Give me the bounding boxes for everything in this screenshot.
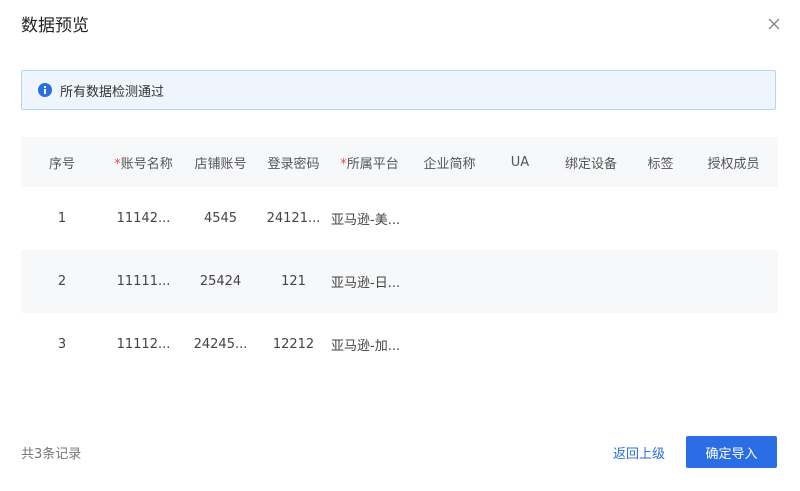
column-header-label: 登录密码 <box>267 156 320 172</box>
column-header-label: 序号 <box>48 156 75 172</box>
table-cell: 121 <box>281 274 306 289</box>
confirm-import-button[interactable]: 确定导入 <box>686 436 777 468</box>
column-header-label: 账号名称 <box>120 156 173 172</box>
column-header-label: 所属平台 <box>346 156 399 172</box>
close-icon[interactable] <box>764 14 784 34</box>
table-body: 1 11142... 4545 24121... 亚马逊-美... 2 11111... 25… <box>21 187 778 376</box>
column-header-label: 绑定设备 <box>564 156 617 172</box>
column-header-label: 授权成员 <box>707 156 760 172</box>
table-cell: 2 <box>57 274 67 289</box>
column-header: 标签 <box>632 153 689 172</box>
table-cell: 3 <box>57 337 67 352</box>
table-cell: 11111... <box>116 274 171 289</box>
record-count: 共3条记录 <box>21 447 82 462</box>
preview-table: 序号 *账号名称 店铺账号 登录密码 *所属平台 企业简称 UA 绑定设备 标签 授权成员 1 11… <box>21 137 778 376</box>
table-cell: 11142... <box>116 211 171 226</box>
table-row: 3 11112... 24245... 12212 亚马逊-加... <box>21 313 778 376</box>
column-header: 序号 <box>21 153 103 172</box>
data-preview-dialog: 数据预览 所有数据检测通过 序号 *账号名称 店铺账号 登录密码 *所属平台 企业简称 UA… <box>0 0 800 491</box>
table-cell: 1 <box>57 211 67 226</box>
column-header: 店铺账号 <box>184 153 257 172</box>
table-cell: 4545 <box>203 211 238 226</box>
table-cell: 24121... <box>266 211 321 226</box>
info-icon <box>38 83 52 97</box>
column-header: 绑定设备 <box>550 153 632 172</box>
table-row: 2 11111... 25424 121 亚马逊-日... <box>21 250 778 313</box>
alert-text: 所有数据检测通过 <box>60 84 165 100</box>
column-header: UA <box>490 155 550 170</box>
column-header-label: 标签 <box>647 156 674 172</box>
table-cell: 亚马逊-日... <box>331 276 401 291</box>
table-cell: 亚马逊-加... <box>331 339 401 354</box>
column-header: *所属平台 <box>330 153 409 172</box>
table-cell: 亚马逊-美... <box>331 213 401 228</box>
column-header-label: UA <box>510 154 530 170</box>
table-header: 序号 *账号名称 店铺账号 登录密码 *所属平台 企业简称 UA 绑定设备 标签 授权成员 <box>21 137 778 187</box>
dialog-title: 数据预览 <box>21 16 89 36</box>
column-header: 登录密码 <box>257 153 330 172</box>
table-row: 1 11142... 4545 24121... 亚马逊-美... <box>21 187 778 250</box>
column-header-label: 企业简称 <box>423 156 476 172</box>
back-button[interactable]: 返回上级 <box>606 437 672 467</box>
table-cell: 11112... <box>116 337 171 352</box>
column-header: *账号名称 <box>103 153 184 172</box>
table-cell: 12212 <box>272 337 315 352</box>
validation-alert: 所有数据检测通过 <box>21 70 776 110</box>
column-header: 企业简称 <box>409 153 490 172</box>
column-header-label: 店铺账号 <box>194 156 247 172</box>
table-cell: 24245... <box>193 337 248 352</box>
table-cell: 25424 <box>199 274 242 289</box>
column-header: 授权成员 <box>689 153 778 172</box>
